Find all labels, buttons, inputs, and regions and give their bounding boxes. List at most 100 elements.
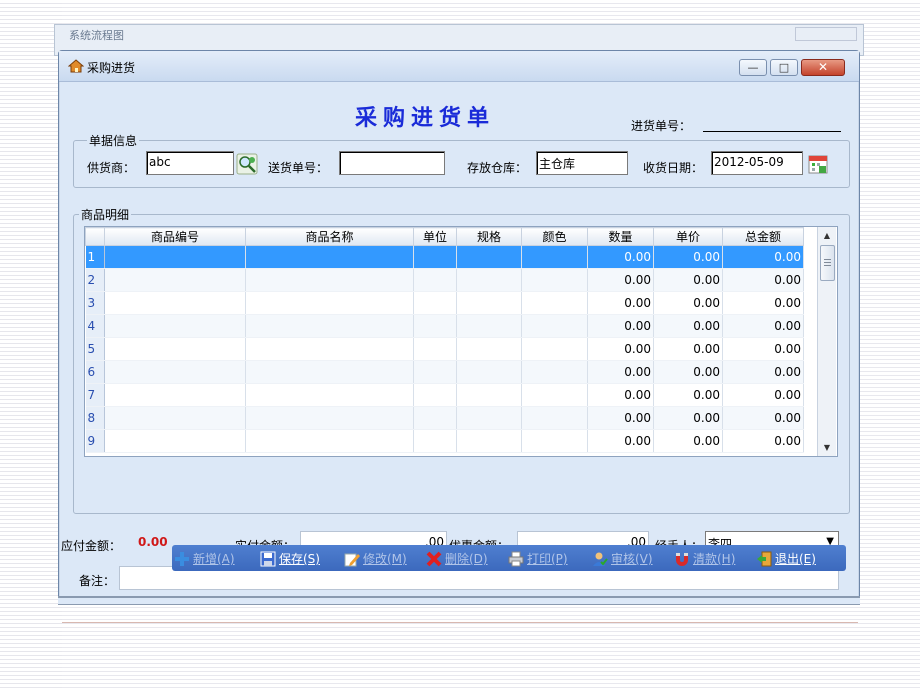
cell-spec[interactable] <box>456 268 522 292</box>
cell-color[interactable] <box>521 337 588 361</box>
table-row[interactable]: 5 0.00 0.00 0.00 <box>85 337 804 361</box>
warehouse-field[interactable]: 主仓库 <box>536 151 628 175</box>
print-button[interactable]: 打印(P) <box>508 550 568 570</box>
cell-spec[interactable] <box>456 245 522 269</box>
cell-price[interactable]: 0.00 <box>653 429 723 453</box>
cell-price[interactable]: 0.00 <box>653 268 723 292</box>
cell-color[interactable] <box>521 383 588 407</box>
scroll-up-icon[interactable]: ▲ <box>818 227 836 244</box>
cell-color[interactable] <box>521 314 588 338</box>
cell-total[interactable]: 0.00 <box>722 429 804 453</box>
calendar-icon[interactable] <box>807 153 829 175</box>
title-bar[interactable]: 采购进货 — □ ✕ <box>59 51 859 82</box>
cell-price[interactable]: 0.00 <box>653 360 723 384</box>
cell-total[interactable]: 0.00 <box>722 383 804 407</box>
scrollbar-thumb[interactable] <box>820 245 835 281</box>
table-row[interactable]: 9 0.00 0.00 0.00 <box>85 429 804 453</box>
cell-spec[interactable] <box>456 291 522 315</box>
doc-number-field[interactable] <box>703 130 841 132</box>
cell-qty[interactable]: 0.00 <box>587 383 654 407</box>
cell-unit[interactable] <box>413 314 457 338</box>
cell-code[interactable] <box>104 360 246 384</box>
cell-unit[interactable] <box>413 337 457 361</box>
cell-unit[interactable] <box>413 268 457 292</box>
cell-color[interactable] <box>521 360 588 384</box>
receive-date-field[interactable]: 2012-05-09 <box>711 151 803 175</box>
cell-qty[interactable]: 0.00 <box>587 360 654 384</box>
minimize-button[interactable]: — <box>739 59 767 76</box>
cell-unit[interactable] <box>413 383 457 407</box>
cell-total[interactable]: 0.00 <box>722 314 804 338</box>
cell-color[interactable] <box>521 268 588 292</box>
grid-vertical-scrollbar[interactable]: ▲ ▼ <box>817 227 836 456</box>
cell-color[interactable] <box>521 429 588 453</box>
cell-name[interactable] <box>245 406 414 430</box>
cell-name[interactable] <box>245 337 414 361</box>
table-row[interactable]: 4 0.00 0.00 0.00 <box>85 314 804 338</box>
cell-qty[interactable]: 0.00 <box>587 429 654 453</box>
table-row[interactable]: 1 0.00 0.00 0.00 <box>85 245 804 269</box>
cell-unit[interactable] <box>413 406 457 430</box>
cell-qty[interactable]: 0.00 <box>587 268 654 292</box>
table-row[interactable]: 8 0.00 0.00 0.00 <box>85 406 804 430</box>
cell-qty[interactable]: 0.00 <box>587 291 654 315</box>
cell-qty[interactable]: 0.00 <box>587 337 654 361</box>
maximize-button[interactable]: □ <box>770 59 798 76</box>
cell-spec[interactable] <box>456 337 522 361</box>
cell-price[interactable]: 0.00 <box>653 245 723 269</box>
column-header-total[interactable]: 总金额 <box>722 227 804 246</box>
cell-spec[interactable] <box>456 360 522 384</box>
delete-button[interactable]: 删除(D) <box>426 550 488 570</box>
column-header-unit[interactable]: 单位 <box>413 227 457 246</box>
cell-total[interactable]: 0.00 <box>722 360 804 384</box>
cell-name[interactable] <box>245 268 414 292</box>
column-header-color[interactable]: 颜色 <box>521 227 588 246</box>
table-row[interactable]: 3 0.00 0.00 0.00 <box>85 291 804 315</box>
new-button[interactable]: 新增(A) <box>174 550 235 570</box>
cell-name[interactable] <box>245 360 414 384</box>
cell-code[interactable] <box>104 245 246 269</box>
audit-button[interactable]: 审核(V) <box>592 550 653 570</box>
exit-button[interactable]: 退出(E) <box>756 550 816 570</box>
close-button[interactable]: ✕ <box>801 59 845 76</box>
column-header-price[interactable]: 单价 <box>653 227 723 246</box>
table-row[interactable]: 6 0.00 0.00 0.00 <box>85 360 804 384</box>
column-header-qty[interactable]: 数量 <box>587 227 654 246</box>
table-row[interactable]: 2 0.00 0.00 0.00 <box>85 268 804 292</box>
delivery-no-field[interactable] <box>339 151 445 175</box>
cell-name[interactable] <box>245 314 414 338</box>
cell-total[interactable]: 0.00 <box>722 245 804 269</box>
cell-spec[interactable] <box>456 383 522 407</box>
cell-spec[interactable] <box>456 429 522 453</box>
cell-code[interactable] <box>104 268 246 292</box>
cell-unit[interactable] <box>413 291 457 315</box>
scroll-down-icon[interactable]: ▼ <box>818 439 836 456</box>
cell-name[interactable] <box>245 429 414 453</box>
column-header-name[interactable]: 商品名称 <box>245 227 414 246</box>
cell-name[interactable] <box>245 291 414 315</box>
cell-qty[interactable]: 0.00 <box>587 406 654 430</box>
cell-name[interactable] <box>245 383 414 407</box>
cell-total[interactable]: 0.00 <box>722 268 804 292</box>
column-header-code[interactable]: 商品编号 <box>104 227 246 246</box>
cell-color[interactable] <box>521 245 588 269</box>
cell-unit[interactable] <box>413 360 457 384</box>
cell-spec[interactable] <box>456 406 522 430</box>
cell-price[interactable]: 0.00 <box>653 406 723 430</box>
cell-total[interactable]: 0.00 <box>722 406 804 430</box>
item-grid[interactable]: 商品编号 商品名称 单位 规格 颜色 数量 单价 总金额 1 0.00 0.00… <box>84 226 838 457</box>
cell-total[interactable]: 0.00 <box>722 337 804 361</box>
cell-total[interactable]: 0.00 <box>722 291 804 315</box>
cell-code[interactable] <box>104 337 246 361</box>
cell-price[interactable]: 0.00 <box>653 337 723 361</box>
column-header-rownum[interactable] <box>85 227 105 246</box>
cell-color[interactable] <box>521 291 588 315</box>
cell-code[interactable] <box>104 406 246 430</box>
cell-price[interactable]: 0.00 <box>653 314 723 338</box>
cell-unit[interactable] <box>413 429 457 453</box>
clear-button[interactable]: 清款(H) <box>674 550 735 570</box>
cell-unit[interactable] <box>413 245 457 269</box>
supplier-search-icon[interactable] <box>236 153 258 175</box>
cell-code[interactable] <box>104 383 246 407</box>
save-button[interactable]: 保存(S) <box>260 550 320 570</box>
